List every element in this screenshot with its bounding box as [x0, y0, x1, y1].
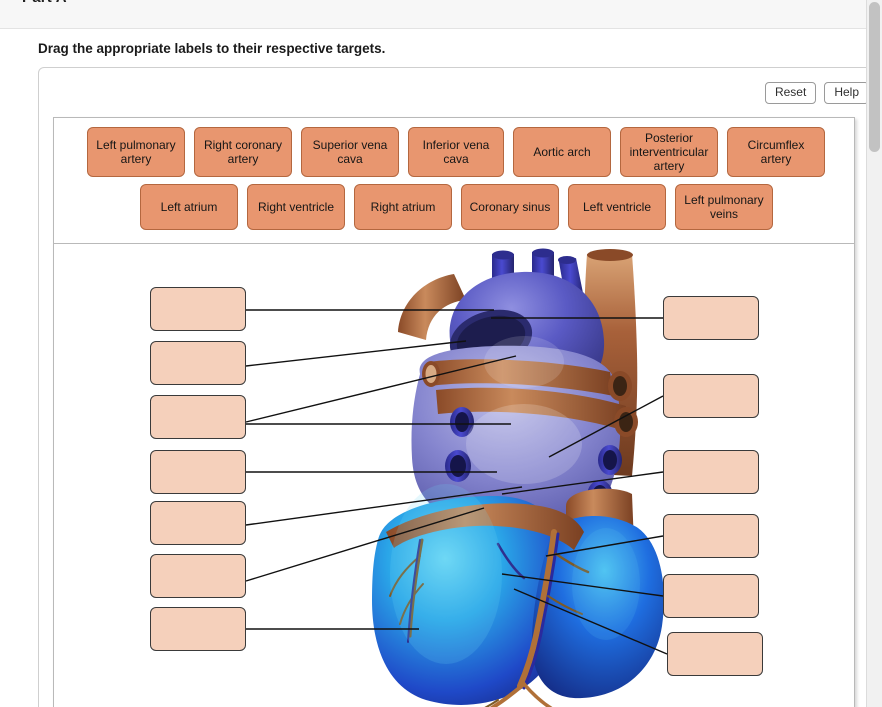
- label-bank-row-1: Left pulmonary artery Right coronary arte…: [54, 118, 854, 177]
- target-left-2[interactable]: [150, 341, 246, 385]
- screen-root: ‹ Part A Drag the appropriate labels to …: [0, 0, 882, 707]
- target-right-3[interactable]: [663, 450, 759, 494]
- target-right-6[interactable]: [667, 632, 763, 676]
- label-chip[interactable]: Left pulmonary veins: [675, 184, 773, 230]
- leader-left-6: [245, 486, 523, 526]
- target-left-5[interactable]: [150, 501, 246, 545]
- label-chip[interactable]: Circumflex artery: [727, 127, 825, 177]
- target-left-3[interactable]: [150, 395, 246, 439]
- target-right-1[interactable]: [663, 296, 759, 340]
- drag-drop-activity: Left pulmonary artery Right coronary arte…: [53, 117, 855, 707]
- label-chip[interactable]: Superior vena cava: [301, 127, 399, 177]
- label-chip[interactable]: Posterior interventricular artery: [620, 127, 718, 177]
- label-chip[interactable]: Left atrium: [140, 184, 238, 230]
- help-button[interactable]: Help: [824, 82, 869, 104]
- label-chip[interactable]: Right coronary artery: [194, 127, 292, 177]
- label-bank: Left pulmonary artery Right coronary arte…: [54, 118, 854, 244]
- leader-left-7: [245, 507, 485, 582]
- section-header-band: ‹ Part A: [0, 0, 882, 29]
- label-bank-row-2: Left atrium Right ventricle Right atrium Co…: [54, 177, 854, 230]
- leader-left-3: [245, 355, 517, 423]
- target-right-2[interactable]: [663, 374, 759, 418]
- page-scrollbar-thumb[interactable]: [869, 2, 880, 152]
- leader-right-3: [501, 471, 664, 495]
- leader-right-2: [548, 395, 664, 458]
- label-chip[interactable]: Right ventricle: [247, 184, 345, 230]
- target-left-4[interactable]: [150, 450, 246, 494]
- label-chip[interactable]: Coronary sinus: [461, 184, 559, 230]
- instruction-text: Drag the appropriate labels to their res…: [38, 41, 386, 56]
- diagram-area: [54, 244, 854, 707]
- page-title: Part A: [22, 0, 67, 6]
- label-chip[interactable]: Aortic arch: [513, 127, 611, 177]
- leader-right-6: [513, 588, 668, 655]
- collapse-chevron-icon[interactable]: ‹: [8, 0, 12, 4]
- label-chip[interactable]: Left pulmonary artery: [87, 127, 185, 177]
- target-left-1[interactable]: [150, 287, 246, 331]
- target-left-6[interactable]: [150, 554, 246, 598]
- page-scrollbar[interactable]: [866, 0, 882, 707]
- toolbar: Reset Help: [764, 82, 869, 104]
- label-chip[interactable]: Right atrium: [354, 184, 452, 230]
- label-chip[interactable]: Left ventricle: [568, 184, 666, 230]
- target-left-7[interactable]: [150, 607, 246, 651]
- leader-right-5: [501, 573, 664, 597]
- leader-left-2: [245, 340, 467, 367]
- question-panel: Reset Help Left pulmonary artery Right co…: [38, 67, 880, 707]
- reset-button[interactable]: Reset: [764, 82, 817, 104]
- target-right-4[interactable]: [663, 514, 759, 558]
- leader-right-4: [545, 535, 664, 557]
- label-chip[interactable]: Inferior vena cava: [408, 127, 504, 177]
- target-right-5[interactable]: [663, 574, 759, 618]
